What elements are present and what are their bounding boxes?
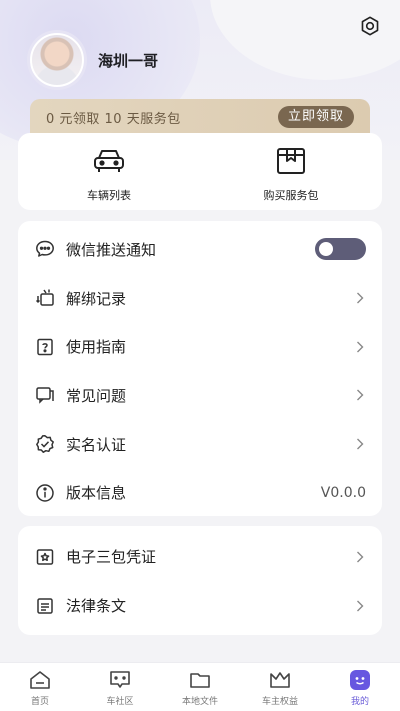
- menu-item-wechat-push[interactable]: 微信推送通知: [18, 225, 382, 274]
- home-icon: [29, 669, 51, 691]
- promo-text: 0 元领取 10 天服务包: [46, 111, 181, 127]
- tab-home[interactable]: 首页: [0, 663, 80, 711]
- wechat-chat-icon: [34, 238, 56, 260]
- quick-action-label: 购买服务包: [263, 189, 319, 202]
- tab-label: 车社区: [106, 697, 134, 707]
- tab-label: 我的: [350, 697, 369, 707]
- certificate-icon: [34, 546, 56, 568]
- menu-item-faq[interactable]: 常见问题: [18, 371, 382, 420]
- vehicle-list-button[interactable]: 车辆列表: [18, 133, 200, 210]
- chevron-right-icon: [354, 389, 366, 401]
- claim-button[interactable]: 立即领取: [277, 106, 354, 128]
- menu-item-unbind-records[interactable]: 解绑记录: [18, 274, 382, 323]
- tab-label: 本地文件: [181, 697, 218, 707]
- bottom-tab-bar: 首页 车社区 本地文件 车主权益 我的: [0, 662, 400, 711]
- community-icon: [109, 669, 131, 691]
- version-value: V0.0.0: [320, 484, 366, 501]
- menu-item-label: 使用指南: [66, 338, 127, 357]
- tab-label: 车主权益: [261, 697, 298, 707]
- unbind-icon: [34, 287, 56, 309]
- menu-item-real-name-verification[interactable]: 实名认证: [18, 420, 382, 469]
- menu-item-label: 微信推送通知: [66, 240, 157, 259]
- menu-item-label: 法律条文: [66, 597, 127, 615]
- menu-item-label: 实名认证: [66, 435, 127, 454]
- tab-local-files[interactable]: 本地文件: [160, 663, 240, 711]
- info-icon: [34, 482, 56, 504]
- service-package-icon: [274, 146, 308, 180]
- tab-label: 首页: [30, 697, 49, 707]
- settings-gear-icon[interactable]: [358, 14, 382, 38]
- settings-menu: 微信推送通知 解绑记录 使用指南 常见问题 实名认证 版本信息 V0.0.0: [18, 221, 382, 516]
- menu-item-legal-terms[interactable]: 法律条文: [18, 581, 382, 630]
- legal-menu: 电子三包凭证 法律条文: [18, 526, 382, 635]
- chevron-right-icon: [354, 600, 366, 612]
- menu-item-label: 电子三包凭证: [66, 548, 157, 566]
- chevron-right-icon: [354, 551, 366, 563]
- menu-item-label: 解绑记录: [66, 289, 127, 308]
- document-icon: [34, 595, 56, 617]
- menu-item-version-info[interactable]: 版本信息 V0.0.0: [18, 468, 382, 517]
- guide-icon: [34, 336, 56, 358]
- crown-icon: [269, 669, 291, 691]
- quick-actions-card: 车辆列表 购买服务包: [18, 133, 382, 210]
- chevron-right-icon: [354, 341, 366, 353]
- car-icon: [92, 146, 126, 180]
- menu-item-user-guide[interactable]: 使用指南: [18, 322, 382, 371]
- menu-item-label: 版本信息: [66, 484, 127, 503]
- wechat-push-toggle[interactable]: [315, 238, 366, 261]
- tab-me[interactable]: 我的: [320, 663, 400, 711]
- tab-community[interactable]: 车社区: [80, 663, 160, 711]
- faq-icon: [34, 384, 56, 406]
- quick-action-label: 车辆列表: [87, 189, 131, 202]
- chevron-right-icon: [354, 438, 366, 450]
- buy-service-package-button[interactable]: 购买服务包: [200, 133, 382, 210]
- tab-owner-benefits[interactable]: 车主权益: [240, 663, 320, 711]
- menu-item-label: 常见问题: [66, 386, 127, 405]
- profile-icon: [349, 669, 371, 691]
- username: 海圳一哥: [98, 51, 159, 70]
- profile-header[interactable]: 海圳一哥: [30, 33, 158, 87]
- verified-badge-icon: [34, 433, 56, 455]
- folder-icon: [189, 669, 211, 691]
- promo-banner: 0 元领取 10 天服务包 立即领取: [30, 99, 370, 135]
- chevron-right-icon: [354, 292, 366, 304]
- menu-item-warranty-certificate[interactable]: 电子三包凭证: [18, 532, 382, 581]
- avatar[interactable]: [30, 33, 84, 87]
